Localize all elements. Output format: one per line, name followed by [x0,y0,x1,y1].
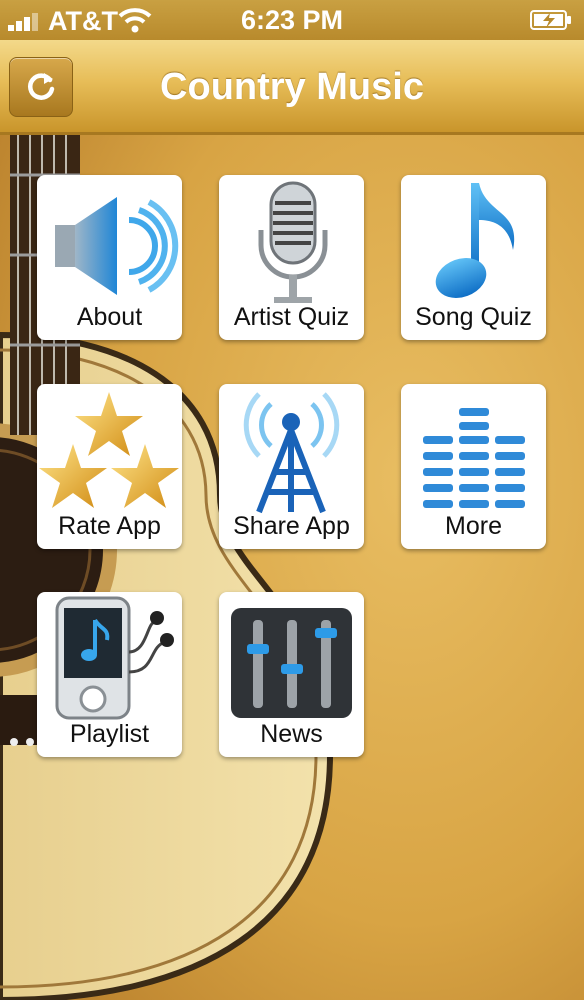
equalizer-icon [423,408,525,508]
menu-tile-about[interactable]: About [37,175,182,340]
menu-tile-share-app[interactable]: Share App [219,384,364,549]
clock: 6:23 PM [240,5,344,35]
music-player-icon [55,596,174,720]
menu-tile-playlist[interactable]: Playlist [37,592,182,757]
tile-label: Playlist [69,720,150,748]
menu-tile-song-quiz[interactable]: Song Quiz [401,175,546,340]
battery-charging-icon [530,10,571,30]
broadcast-tower-icon [243,392,340,514]
menu-tile-news[interactable]: News [219,592,364,757]
menu-tile-more[interactable]: More [401,384,546,549]
tile-label: About [76,303,143,331]
mixer-sliders-icon [231,608,352,718]
microphone-icon [258,181,328,303]
tile-label: Song Quiz [415,303,532,331]
tile-label: Rate App [58,512,161,540]
tile-label: Artist Quiz [233,303,350,331]
speaker-icon [55,197,179,295]
tile-label: Share App [233,512,350,540]
tile-label: More [445,512,502,540]
stars-icon [39,392,179,508]
page-title: Country Music [160,66,424,108]
navigation-bar: Country Music [0,40,584,135]
tile-label: News [260,720,323,748]
status-bar: AT&T 6:23 PM [0,0,584,40]
music-note-icon [435,183,515,298]
menu-tile-rate-app[interactable]: Rate App [37,384,182,549]
menu-tile-artist-quiz[interactable]: Artist Quiz [219,175,364,340]
